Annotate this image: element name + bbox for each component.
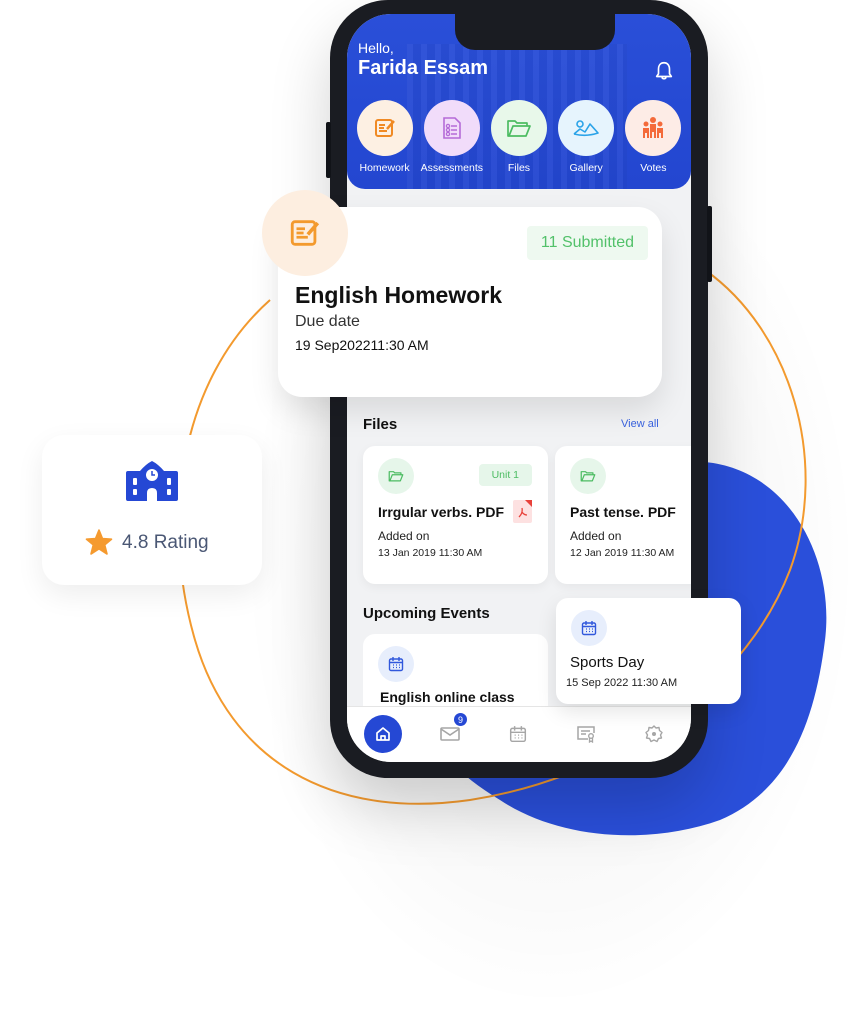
calendar-icon <box>571 610 607 646</box>
quick-action-label: Homework <box>359 162 410 174</box>
tab-certificates[interactable] <box>567 715 605 753</box>
quick-action-label: Files <box>507 162 531 174</box>
event-date: 15 Sep 2022 11:30 AM <box>566 677 678 689</box>
quick-actions: Homework Assessments Files Gallery Votes <box>347 100 691 174</box>
quick-action-label: Assessments <box>420 162 483 174</box>
event-name: Sports Day <box>570 654 645 671</box>
file-name: Irrgular verbs. PDF <box>378 504 505 520</box>
tab-messages[interactable]: 9 <box>431 713 469 753</box>
message-count-badge: 9 <box>454 713 467 726</box>
school-icon <box>126 461 178 501</box>
file-name: Past tense. PDF <box>570 504 676 520</box>
quick-action-votes[interactable]: Votes <box>620 100 686 174</box>
file-card[interactable]: Unit 1 Irrgular verbs. PDF Added on 13 J… <box>363 446 548 584</box>
events-section-title: Upcoming Events <box>363 605 490 622</box>
notch <box>455 14 615 50</box>
submitted-badge: 11 Submitted <box>526 226 648 260</box>
assessment-icon <box>442 117 461 139</box>
folder-icon <box>507 120 531 137</box>
votes-icon <box>643 117 664 138</box>
tab-home[interactable] <box>364 715 402 753</box>
folder-icon <box>570 458 606 494</box>
bell-icon[interactable] <box>653 60 675 82</box>
files-button[interactable] <box>490 100 547 156</box>
homework-icon <box>290 220 320 246</box>
event-name: English online class <box>380 689 515 705</box>
due-date: 19 Sep2022 <box>295 337 371 353</box>
event-card-sports-day[interactable]: Sports Day 15 Sep 2022 11:30 AM <box>556 598 741 704</box>
view-all-link[interactable]: View all <box>621 418 659 430</box>
file-date: 13 Jan 2019 11:30 AM <box>378 547 483 559</box>
due-date-label: Due date <box>295 313 360 330</box>
star-icon <box>85 529 113 555</box>
due-time: 11:30 AM <box>370 337 429 353</box>
due-date-value: 19 Sep202211:30 AM <box>295 337 429 353</box>
calendar-icon <box>509 726 527 743</box>
pdf-icon <box>513 500 532 523</box>
quick-action-homework[interactable]: Homework <box>352 100 418 174</box>
tab-settings[interactable] <box>635 715 673 753</box>
quick-action-assessments[interactable]: Assessments <box>419 100 485 174</box>
homework-icon <box>374 119 395 137</box>
files-section-title: Files <box>363 416 398 433</box>
added-on-label: Added on <box>570 529 622 543</box>
folder-icon <box>378 458 414 494</box>
home-icon <box>376 727 390 741</box>
gear-icon <box>645 725 663 743</box>
unit-tag: Unit 1 <box>478 464 532 486</box>
quick-action-label: Votes <box>640 162 667 174</box>
gallery-button[interactable] <box>558 100 615 156</box>
homework-title: English Homework <box>295 282 503 308</box>
homework-icon-circle <box>262 190 348 276</box>
added-on-label: Added on <box>378 529 430 543</box>
mail-icon <box>440 727 460 741</box>
greeting: Hello, <box>358 40 394 56</box>
side-button-left <box>326 122 331 178</box>
side-button-right <box>707 206 712 282</box>
assessments-button[interactable] <box>423 100 480 156</box>
user-name: Farida Essam <box>358 57 489 79</box>
quick-action-gallery[interactable]: Gallery <box>553 100 619 174</box>
votes-button[interactable] <box>625 100 682 156</box>
gallery-icon <box>573 120 599 137</box>
rating-text: 4.8 Rating <box>122 532 209 553</box>
quick-action-files[interactable]: Files <box>486 100 552 174</box>
file-date: 12 Jan 2019 11:30 AM <box>570 547 675 559</box>
calendar-icon <box>378 646 414 682</box>
rating-card: 4.8 Rating <box>42 435 262 585</box>
file-card[interactable]: Past tense. PDF Added on 12 Jan 2019 11:… <box>555 446 691 584</box>
certificate-icon <box>577 726 595 743</box>
tab-calendar[interactable] <box>499 715 537 753</box>
homework-button[interactable] <box>356 100 413 156</box>
bottom-tab-bar: 9 <box>347 706 691 762</box>
quick-action-label: Gallery <box>569 162 603 174</box>
